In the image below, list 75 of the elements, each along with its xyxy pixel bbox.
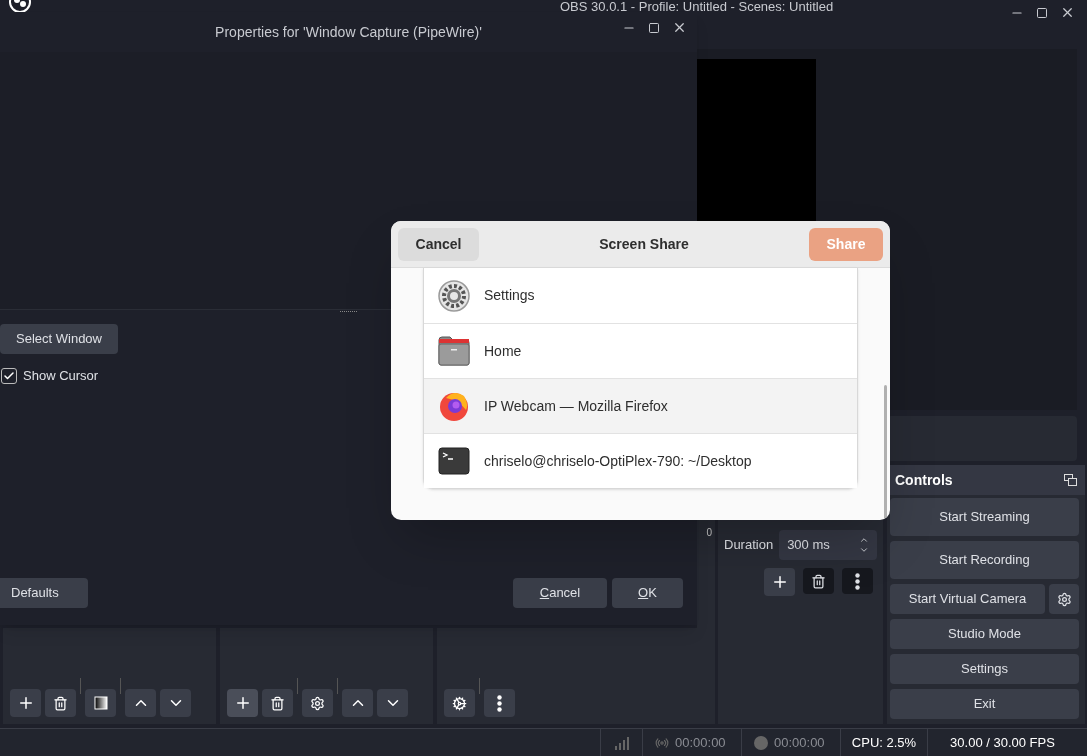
duration-label: Duration (724, 536, 774, 555)
move-down-button[interactable] (377, 689, 408, 717)
window-list-item[interactable]: chriselo@chriselo-OptiPlex-790: ~/Desktop (424, 433, 857, 488)
window-list-item[interactable]: Settings (424, 268, 857, 323)
settings-button[interactable] (1049, 584, 1079, 614)
trash-icon (270, 695, 285, 711)
trash-icon (53, 695, 68, 711)
move-up-button[interactable] (342, 689, 373, 717)
browser-icon (438, 390, 470, 422)
ok-button[interactable]: OK (612, 578, 683, 608)
cancel-button[interactable]: Cancel (513, 578, 607, 608)
streaming-icon (655, 735, 669, 750)
cancel-button[interactable]: Cancel (398, 227, 479, 261)
window-name: chriselo@chriselo-OptiPlex-790: ~/Desktop (484, 451, 752, 471)
kebab-menu-icon (855, 572, 860, 590)
fps-readout: 30.00 / 30.00 FPS (950, 733, 1055, 752)
menu-button[interactable] (484, 689, 515, 717)
record-time: 00:00:00 (774, 733, 825, 752)
signal-bars-icon (613, 735, 630, 750)
control-button[interactable]: Settings (890, 654, 1079, 684)
folder-icon (438, 336, 470, 366)
cpu-usage: CPU: 2.5% (851, 733, 917, 752)
settings-button[interactable] (302, 689, 333, 717)
trash-icon (811, 573, 826, 589)
maximize-icon[interactable] (1036, 6, 1048, 19)
decrement-icon[interactable] (859, 545, 869, 555)
move-down-button[interactable] (160, 689, 191, 717)
window-name: Home (484, 341, 522, 361)
select-window-button[interactable]: Select Window (0, 324, 118, 354)
gear-icon (1056, 591, 1072, 607)
filters-button[interactable] (85, 689, 116, 717)
window-name: Settings (484, 286, 535, 305)
control-button[interactable]: Start Streaming (890, 498, 1079, 536)
stream-time: 00:00:00 (675, 733, 726, 752)
gear-icon (310, 695, 325, 711)
defaults-button[interactable]: Defaults (0, 578, 88, 608)
window-list-item[interactable]: Home (424, 323, 857, 378)
delete-button[interactable] (262, 689, 293, 717)
app-logo-icon (8, 0, 32, 14)
dialog-title: Screen Share (599, 234, 689, 254)
checkbox-label: Show Cursor (23, 367, 99, 385)
close-icon[interactable] (1060, 5, 1075, 20)
control-button[interactable]: Exit (890, 689, 1079, 719)
add-button[interactable] (10, 689, 41, 717)
advanced-settings-button[interactable] (444, 689, 475, 717)
record-dot-icon (754, 735, 768, 750)
menu-button[interactable] (842, 568, 873, 594)
window-name: IP Webcam — Mozilla Firefox (484, 396, 668, 416)
dialog-title: Properties for 'Window Capture (PipeWire)' (215, 22, 482, 42)
kebab-menu-icon (497, 694, 502, 712)
gradient-square-icon (93, 696, 108, 710)
increment-icon[interactable] (859, 535, 869, 545)
checkbox[interactable] (1, 367, 17, 384)
gears-icon (452, 695, 467, 711)
control-button[interactable]: Start Recording (890, 541, 1079, 579)
float-icon[interactable] (1064, 474, 1077, 486)
meter-tick-label: 0 (706, 526, 712, 540)
control-button[interactable]: Start Virtual Camera (890, 584, 1045, 614)
gear-icon (438, 279, 470, 312)
scrollbar[interactable] (884, 385, 887, 520)
delete-button[interactable] (803, 568, 834, 594)
control-button[interactable]: Studio Mode (890, 619, 1079, 649)
add-button[interactable] (227, 689, 258, 717)
move-up-button[interactable] (125, 689, 156, 717)
checkmark-icon (3, 369, 15, 382)
window-list-item[interactable]: IP Webcam — Mozilla Firefox (424, 378, 857, 433)
duration-field[interactable]: 300 ms (779, 530, 877, 560)
splitter-handle-icon[interactable] (339, 310, 358, 313)
maximize-icon[interactable] (648, 21, 660, 34)
delete-button[interactable] (45, 689, 76, 717)
dock-title: Controls (895, 470, 953, 490)
add-button[interactable] (764, 568, 795, 596)
window-title: OBS 30.0.1 - Profile: Untitled - Scenes: Untitled (560, 0, 834, 13)
close-icon[interactable] (672, 20, 687, 35)
terminal-icon (438, 447, 470, 475)
